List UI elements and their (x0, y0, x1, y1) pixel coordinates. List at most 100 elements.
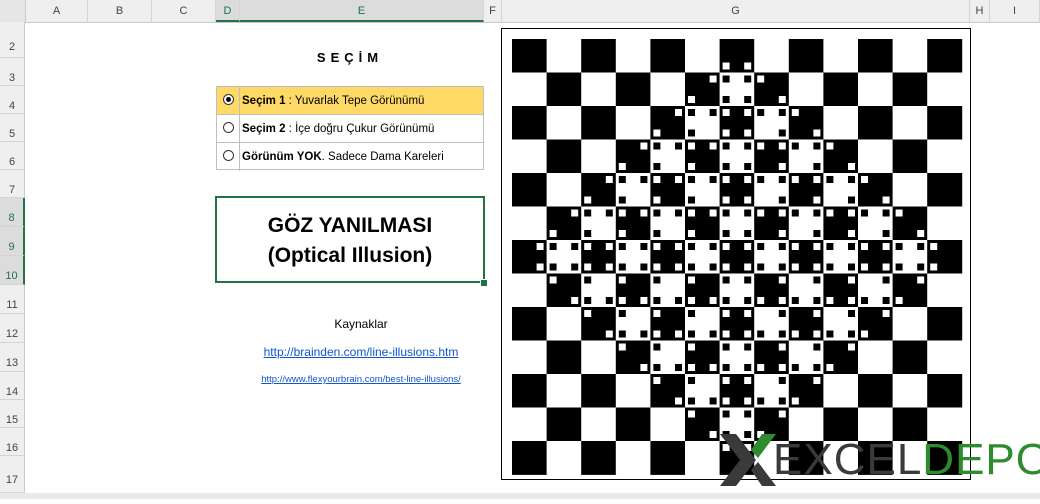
illusion-dot (688, 96, 695, 103)
col-header-d[interactable]: D (216, 0, 240, 22)
board-square (546, 374, 582, 408)
illusion-dot (791, 330, 799, 338)
illusion-dot (653, 176, 661, 183)
illusion-dot (688, 129, 695, 137)
illusion-dot (653, 310, 661, 317)
illusion-dot (744, 109, 752, 116)
illusion-dot (848, 196, 855, 204)
option-2-row[interactable]: Seçim 2 : İçe doğru Çukur Görünümü (217, 115, 483, 143)
illusion-dot (744, 96, 752, 103)
col-header-i[interactable]: I (990, 0, 1040, 22)
radio-button-2[interactable] (223, 122, 234, 133)
illusion-dot (571, 297, 579, 304)
option-3-row[interactable]: Görünüm YOK. Sadece Dama Kareleri (217, 143, 483, 171)
illusion-dot (882, 263, 890, 271)
illusion-dot (605, 243, 613, 250)
row-header-16[interactable]: 16 (0, 428, 25, 456)
row-header-2[interactable]: 2 (0, 22, 25, 58)
row-header-3[interactable]: 3 (0, 58, 25, 86)
illusion-dot (675, 142, 682, 150)
source-link-1[interactable]: http://brainden.com/line-illusions.htm (216, 345, 506, 359)
col-header-f[interactable]: F (484, 0, 502, 22)
illusion-dot (709, 263, 717, 271)
col-header-c[interactable]: C (152, 0, 216, 22)
illusion-dot (848, 263, 855, 271)
illusion-dot (584, 209, 592, 217)
illusion-dot (826, 209, 834, 217)
board-square (892, 72, 928, 107)
illusion-dot (618, 276, 626, 284)
illusion-dot (688, 243, 695, 250)
illusion-dot (640, 209, 648, 217)
radio-button-3[interactable] (223, 150, 234, 161)
illusion-dot (549, 263, 557, 271)
radio-button-1[interactable] (223, 94, 234, 105)
board-square (512, 340, 547, 375)
illusion-dot (778, 209, 786, 217)
illusion-dot (675, 263, 682, 271)
illusion-dot (744, 142, 752, 150)
illusion-dot (688, 176, 695, 183)
illusion-dot (826, 297, 834, 304)
option-1-row[interactable]: Seçim 1 : Yuvarlak Tepe Görünümü (217, 87, 483, 115)
row-header-7[interactable]: 7 (0, 170, 25, 198)
row-header-13[interactable]: 13 (0, 343, 25, 372)
illusion-dot (653, 129, 661, 137)
fill-handle[interactable] (480, 279, 488, 287)
board-square (546, 407, 582, 442)
row-header-5[interactable]: 5 (0, 114, 25, 142)
board-square (546, 340, 582, 375)
select-all-corner[interactable] (0, 0, 26, 22)
cell-divider (239, 87, 240, 115)
board-square (823, 72, 859, 107)
illusion-dot (778, 196, 786, 204)
row-header-15[interactable]: 15 (0, 400, 25, 428)
illusion-dot (709, 297, 717, 304)
illusion-dot (917, 230, 925, 237)
board-square (650, 72, 686, 107)
col-header-g[interactable]: G (502, 0, 970, 22)
col-header-e[interactable]: E (240, 0, 484, 22)
illusion-dot (653, 377, 661, 384)
row-header-9[interactable]: 9 (0, 227, 25, 256)
illusion-dot (744, 397, 752, 405)
row-header-11[interactable]: 11 (0, 285, 25, 314)
board-square (546, 39, 582, 73)
illusion-dot (675, 176, 682, 183)
illusion-dot (722, 343, 730, 351)
illusion-dot (813, 243, 821, 250)
illusion-dot (778, 343, 786, 351)
illusion-dot (618, 196, 626, 204)
row-header-17[interactable]: 17 (0, 456, 25, 493)
row-header-14[interactable]: 14 (0, 372, 25, 400)
title-line-1: GÖZ YANILMASI (267, 214, 433, 237)
illusion-dot (882, 243, 890, 250)
illusion-dot (640, 364, 648, 371)
row-header-10[interactable]: 10 (0, 256, 25, 285)
illusion-dot (882, 297, 890, 304)
board-square (615, 106, 651, 140)
illusion-title-cell[interactable]: GÖZ YANILMASI (Optical Illusion) (215, 196, 485, 283)
row-header-8[interactable]: 8 (0, 198, 25, 227)
illusion-dot (722, 109, 730, 116)
illusion-dot (930, 263, 938, 271)
illusion-dot (778, 276, 786, 284)
illusion-dot (778, 230, 786, 237)
illusion-dot (688, 297, 695, 304)
row-header-4[interactable]: 4 (0, 86, 25, 114)
col-header-a[interactable]: A (26, 0, 88, 22)
col-header-h[interactable]: H (970, 0, 990, 22)
illusion-dot (653, 230, 661, 237)
source-link-2[interactable]: http://www.flexyourbrain.com/best-line-i… (216, 374, 506, 385)
board-square (685, 39, 720, 73)
illusion-dot (757, 75, 765, 83)
illusion-dot (882, 196, 890, 204)
illusion-dot (757, 109, 765, 116)
illusion-dot (813, 310, 821, 317)
illusion-dot (778, 330, 786, 338)
row-header-12[interactable]: 12 (0, 314, 25, 343)
col-header-b[interactable]: B (88, 0, 152, 22)
illusion-dot (653, 243, 661, 250)
illusion-dot (618, 343, 626, 351)
row-header-6[interactable]: 6 (0, 142, 25, 170)
